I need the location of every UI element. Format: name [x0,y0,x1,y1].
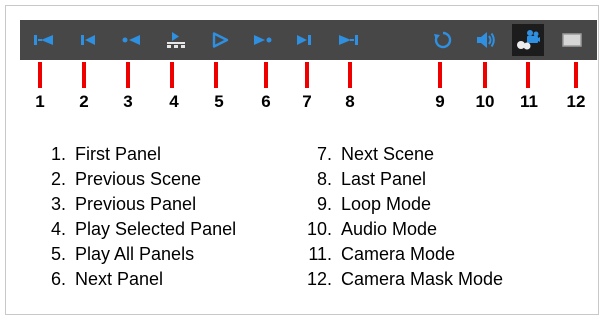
legend-item: 2. Previous Scene [38,167,236,192]
legend-item-number: 1. [50,144,66,164]
legend-item: 5. Play All Panels [38,242,236,267]
legend-item-label: Next Scene [341,144,435,164]
legend-item-label: Camera Mask Mode [341,269,504,289]
play-all-panels-icon [212,32,229,48]
callout-number: 8 [345,92,355,111]
speaker-icon [477,32,495,48]
camera-mask-mode-button[interactable] [556,24,588,56]
callout-marker-2 [82,62,86,88]
legend-item: 6. Next Panel [38,267,236,292]
legend-item-number: 6. [50,269,66,289]
callout-number: 12 [566,92,586,111]
last-panel-icon [339,35,358,45]
legend-item-number: 9. [316,194,332,214]
legend-item: 11. Camera Mode [298,242,503,267]
callout-marker-11 [526,62,530,88]
play-selected-panel-icon [167,32,185,48]
callout-number: 4 [169,92,179,111]
next-panel-button[interactable] [246,24,278,56]
callout-marker-5 [214,62,218,88]
legend-item-label: Loop Mode [341,194,432,214]
first-panel-button[interactable] [28,24,60,56]
audio-mode-button[interactable] [470,24,502,56]
legend-item-number: 11. [308,244,332,264]
legend-item-label: Camera Mode [341,244,456,264]
next-panel-icon [254,35,272,45]
legend-item-number: 3. [50,194,66,214]
camera-icon [517,30,540,50]
callout-marker-10 [483,62,487,88]
callout-marker-8 [348,62,352,88]
legend-item-number: 5. [50,244,66,264]
camera-mask-icon [562,33,582,47]
callout-number: 10 [475,92,495,111]
legend-item-label: Play Selected Panel [75,219,237,239]
legend-item: 3. Previous Panel [38,192,236,217]
legend-item: 8. Last Panel [298,167,503,192]
previous-panel-icon [122,35,140,45]
legend-left-column: 1. First Panel 2. Previous Scene 3. Previou… [38,142,236,292]
callout-number: 1 [35,92,45,111]
legend-item-label: Next Panel [75,269,164,289]
previous-scene-button[interactable] [72,24,104,56]
legend-item-number: 8. [316,169,332,189]
callout-marker-3 [126,62,130,88]
callout-marker-9 [438,62,442,88]
callout-number: 5 [214,92,224,111]
callout-number: 3 [123,92,133,111]
next-scene-icon [297,35,311,45]
legend-item: 9. Loop Mode [298,192,503,217]
callout-marker-7 [305,62,309,88]
last-panel-button[interactable] [332,24,364,56]
callout-number: 6 [261,92,271,111]
legend-item-label: Play All Panels [75,244,195,264]
callout-marker-1 [38,62,42,88]
previous-panel-button[interactable] [116,24,148,56]
legend-item-number: 10. [306,219,332,239]
first-panel-icon [34,35,53,45]
playback-toolbar [20,20,597,60]
callout-marker-4 [170,62,174,88]
legend-item-number: 4. [50,219,66,239]
callout-number: 7 [302,92,312,111]
previous-scene-icon [81,35,95,45]
legend-item: 10. Audio Mode [298,217,503,242]
legend-right-column: 7. Next Scene 8. Last Panel 9. Loop Mode 10… [298,142,503,292]
legend-item: 12. Camera Mask Mode [298,267,503,292]
play-all-panels-button[interactable] [204,24,236,56]
legend-item: 1. First Panel [38,142,236,167]
callout-marker-12 [574,62,578,88]
legend-item-label: Last Panel [341,169,427,189]
legend-item: 7. Next Scene [298,142,503,167]
callout-marker-6 [264,62,268,88]
loop-mode-button[interactable] [427,24,459,56]
next-scene-button[interactable] [288,24,320,56]
legend-item-label: Audio Mode [341,219,438,239]
legend-item-number: 2. [50,169,66,189]
camera-mode-button[interactable] [512,24,544,56]
legend-item-label: Previous Panel [75,194,197,214]
legend-item-number: 12. [306,269,332,289]
legend-item: 4. Play Selected Panel [38,217,236,242]
callout-number: 2 [79,92,89,111]
callout-number: 11 [520,92,538,111]
legend-item-number: 7. [316,144,332,164]
legend-item-label: Previous Scene [75,169,202,189]
loop-icon [434,31,452,49]
play-selected-panel-button[interactable] [160,24,192,56]
callout-number: 9 [435,92,445,111]
legend-item-label: First Panel [75,144,162,164]
